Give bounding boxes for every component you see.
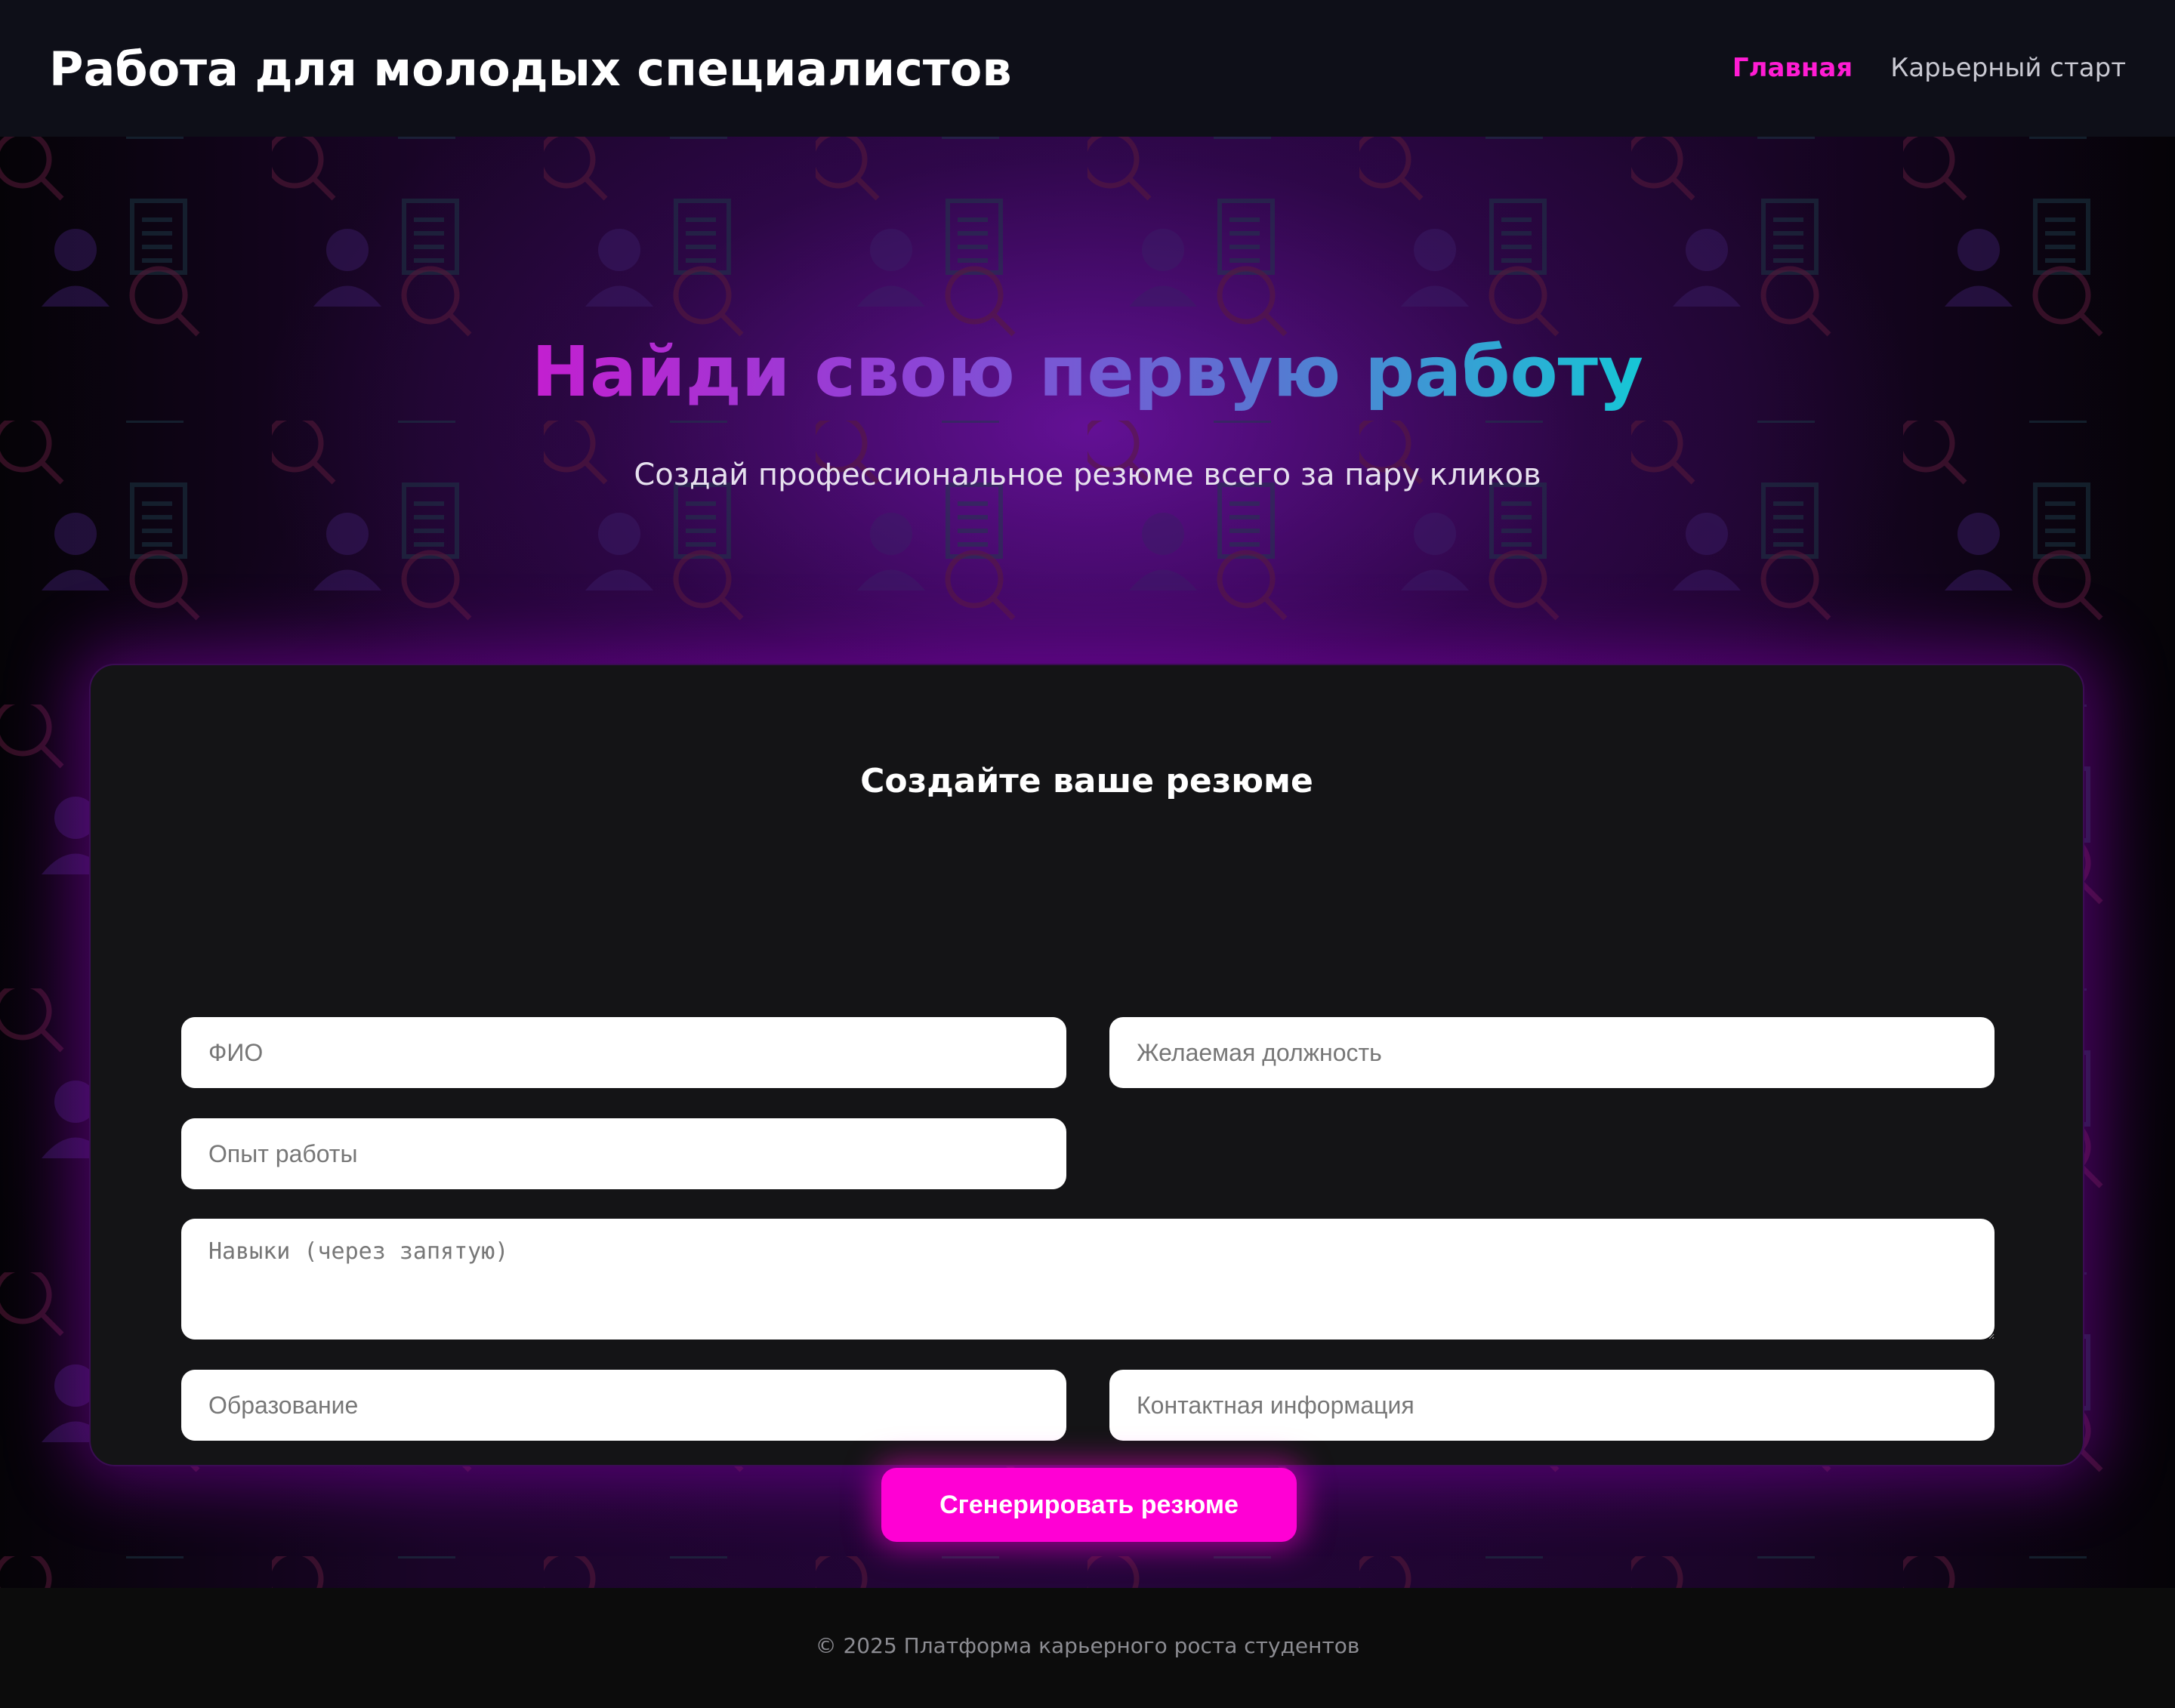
site-footer: © 2025 Платформа карьерного роста студен… — [0, 1588, 2175, 1708]
main-nav: Главная Карьерный старт — [1732, 53, 2126, 83]
nav-link-home[interactable]: Главная — [1732, 53, 1853, 83]
footer-copyright: © 2025 Платформа карьерного роста студен… — [815, 1633, 1360, 1658]
work-experience-input[interactable] — [181, 1118, 1066, 1189]
contact-info-input[interactable] — [1109, 1370, 1995, 1441]
nav-link-career-start[interactable]: Карьерный старт — [1890, 53, 2126, 83]
generate-resume-button[interactable]: Сгенерировать резюме — [881, 1468, 1297, 1542]
site-title: Работа для молодых специалистов — [49, 42, 1012, 97]
hero-section: Найди свою первую работу Создай професси… — [0, 137, 2175, 1588]
hero-title: Найди свою первую работу — [532, 331, 1643, 412]
hero-subtitle: Создай профессиональное резюме всего за … — [634, 458, 1541, 492]
resume-form: Создайте ваше резюме Сгенерировать резюм… — [89, 664, 2084, 1542]
form-title: Создайте ваше резюме — [860, 762, 1313, 800]
education-input[interactable] — [181, 1370, 1066, 1441]
desired-position-input[interactable] — [1109, 1017, 1995, 1088]
site-header: Работа для молодых специалистов Главная … — [0, 0, 2175, 137]
full-name-input[interactable] — [181, 1017, 1066, 1088]
skills-textarea[interactable] — [181, 1219, 1995, 1340]
